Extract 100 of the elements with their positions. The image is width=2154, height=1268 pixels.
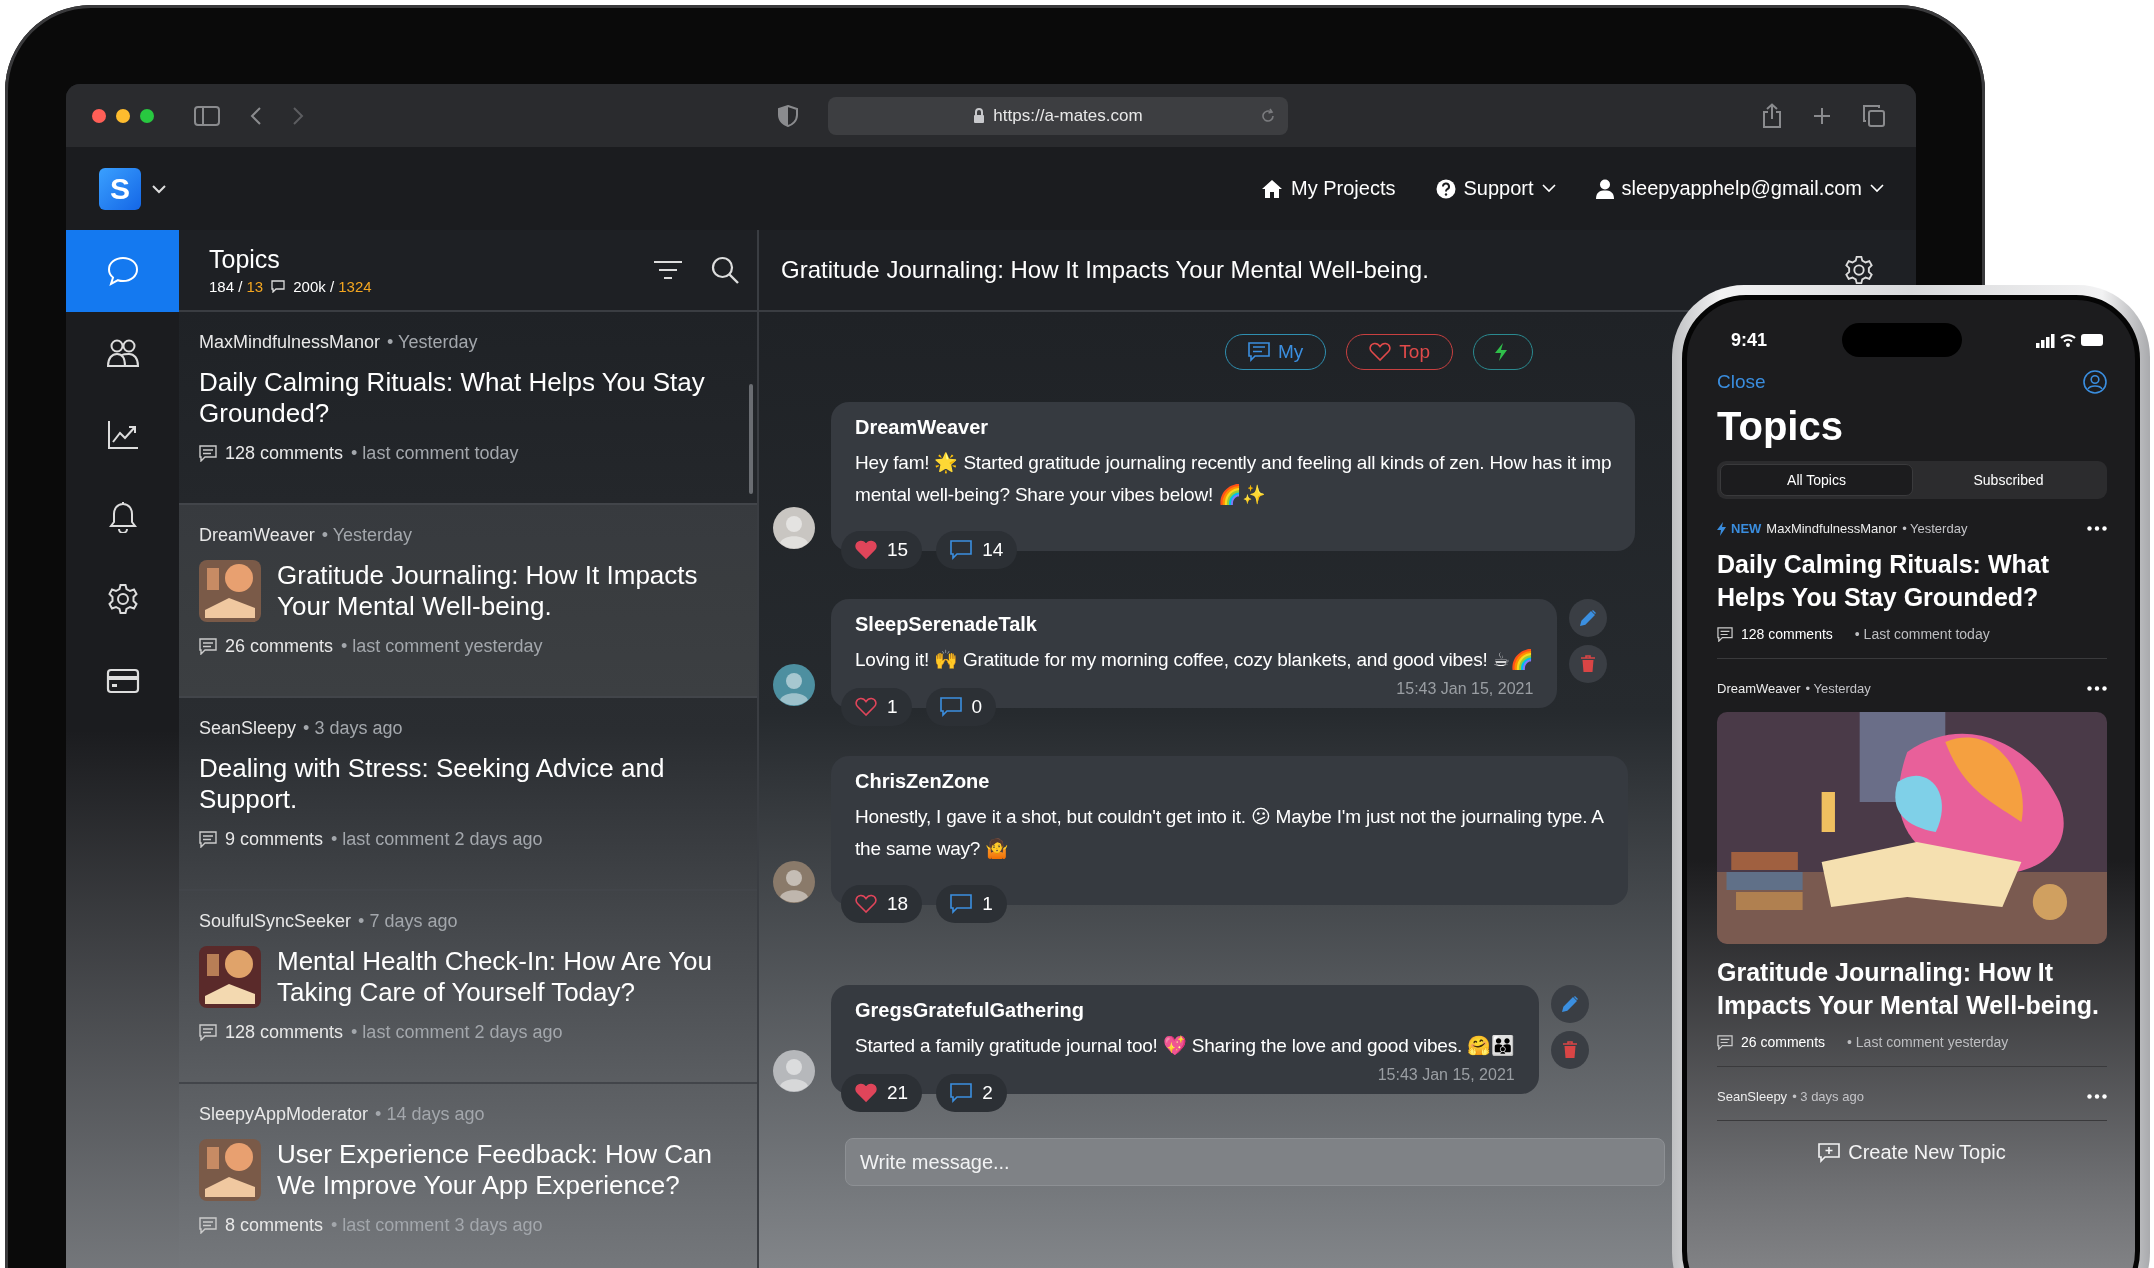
comment-count: 9 comments — [225, 829, 324, 850]
last-comment-time: • Last comment today — [1854, 626, 1990, 642]
topic-time: • 3 days ago — [303, 718, 403, 739]
last-comment-time: • Last comment yesterday — [1847, 1034, 2009, 1050]
thread-title: Gratitude Journaling: How It Impacts Your Mental Well-being. — [781, 256, 1429, 284]
new-label: NEW — [1731, 521, 1762, 536]
segment-tab[interactable]: Subscribed — [1913, 464, 2104, 496]
lightning-icon — [1493, 342, 1508, 362]
message-input[interactable]: Write message... — [845, 1138, 1665, 1186]
app-logo[interactable]: S — [99, 167, 141, 210]
message-text: Hey fam! 🌟 Started gratitude journaling recently and feeling all kinds of zen. How has it imp — [855, 451, 1612, 476]
topic-time: • Yesterday — [387, 332, 478, 353]
like-button[interactable]: 15 — [841, 531, 923, 569]
new-tab-icon[interactable] — [1812, 105, 1832, 126]
heart-icon — [1369, 342, 1392, 362]
nav-menu-button[interactable]: sleepyapphelp@gmail.com — [1595, 177, 1884, 200]
delete-button[interactable] — [1550, 1031, 1589, 1069]
topic-count: 184 / 13 — [209, 278, 264, 295]
heart-icon — [855, 697, 877, 717]
message-text: Honestly, I gave it a shot, but couldn't get into it. 😕 Maybe I'm just not the journaling type. A — [855, 805, 1604, 829]
comment-count: 200k / 1324 — [293, 278, 372, 295]
card-icon — [105, 668, 140, 694]
more-icon[interactable] — [2087, 526, 2107, 531]
comment-icon — [1717, 1034, 1733, 1050]
caret-icon[interactable] — [151, 183, 167, 194]
topic-title: Daily Calming Rituals: What Helps You Stay Grounded? — [1717, 549, 2050, 613]
comment-count: 128 comments — [225, 443, 344, 464]
segment-tab[interactable]: All Topics — [1720, 464, 1913, 496]
shield-icon[interactable] — [778, 104, 798, 127]
search-icon[interactable] — [711, 256, 739, 284]
pencil-icon — [1560, 995, 1579, 1013]
topic-time: • Yesterday — [321, 525, 413, 546]
scrollbar[interactable] — [749, 384, 753, 494]
message-text: mental well-being? Share your vibes below! 🌈✨ — [855, 483, 1266, 507]
filter-icon[interactable] — [653, 260, 683, 280]
like-button[interactable]: 1 — [841, 688, 912, 726]
last-comment-time: • last comment 2 days ago — [351, 1022, 563, 1043]
heart-icon — [855, 540, 877, 560]
pencil-icon — [1579, 609, 1598, 627]
topic-title: Daily Calming Rituals: What Helps You Stay Grounded? — [199, 367, 706, 429]
topic-list-item[interactable]: SoulfulSyncSeeker • 7 days ago Mental Health Check-In: How Are You Taking Care of Yourself Today? 128 comments • last comment 2 days ago — [179, 891, 757, 1084]
caret-icon — [1870, 184, 1884, 193]
nav-menu-button[interactable]: My Projects — [1261, 177, 1396, 200]
comment-count: 128 comments — [225, 1022, 344, 1043]
more-icon[interactable] — [2087, 686, 2107, 691]
help-icon — [1435, 178, 1456, 199]
nav-menu-button[interactable]: Support — [1435, 177, 1556, 200]
reply-button[interactable]: 1 — [936, 885, 1007, 923]
last-comment-time: • last comment today — [351, 443, 519, 464]
comment-icon — [199, 638, 217, 655]
window-controls-icon[interactable] — [92, 108, 154, 123]
topic-author: SeanSleepy — [199, 718, 297, 739]
reply-button[interactable]: 0 — [925, 688, 997, 726]
comment-icon — [950, 894, 973, 914]
screen-title: Topics — [1717, 404, 1844, 449]
chat-icon — [105, 255, 140, 287]
close-link[interactable]: Close — [1717, 371, 1766, 393]
message-author: ChrisZenZone — [855, 770, 990, 793]
comment-icon — [271, 280, 286, 293]
profile-icon[interactable] — [2083, 370, 2107, 394]
avatar — [773, 664, 815, 706]
more-icon[interactable] — [2087, 1094, 2107, 1099]
topic-list-item[interactable]: SeanSleepy • 3 days ago Dealing with Stress: Seeking Advice and Support. 9 comments • last comment 2 days ago — [179, 698, 757, 891]
comment-icon — [199, 1024, 217, 1041]
address-bar[interactable]: https://a-mates.com — [828, 96, 1288, 135]
topic-author: MaxMindfulnessManor — [1766, 521, 1898, 536]
comment-count: 26 comments — [1741, 1034, 1826, 1050]
reload-icon[interactable] — [1260, 107, 1276, 124]
settings-icon[interactable] — [1844, 255, 1874, 285]
avatar — [773, 507, 815, 549]
edit-button[interactable] — [1550, 985, 1589, 1023]
last-comment-time: • last comment 2 days ago — [331, 829, 543, 850]
people-icon — [105, 338, 140, 368]
message-text: the same way? 🤷 — [855, 837, 1010, 861]
topic-author: SeanSleepy — [1717, 1089, 1788, 1104]
battery-icon — [2081, 334, 2103, 346]
back-icon[interactable] — [250, 105, 262, 126]
tabs-overview-icon[interactable] — [1862, 103, 1886, 128]
lock-icon — [973, 107, 986, 124]
heart-icon — [855, 1083, 877, 1103]
trash-icon — [1561, 1041, 1578, 1059]
comment-icon — [1717, 626, 1733, 642]
edit-button[interactable] — [1569, 599, 1608, 637]
comment-icon — [1248, 342, 1270, 362]
reply-button[interactable]: 2 — [936, 1074, 1007, 1112]
topic-list-item[interactable]: DreamWeaver • Yesterday Gratitude Journaling: How It Impacts Your Mental Well-being. 26 comments • last comment yesterday — [179, 505, 757, 698]
comment-icon — [939, 697, 962, 717]
comment-count: 128 comments — [1741, 626, 1833, 642]
user-icon — [1595, 178, 1614, 199]
message-time: 15:43 Jan 15, 2021 — [1396, 680, 1534, 698]
share-icon[interactable] — [1762, 102, 1782, 129]
heart-icon — [855, 894, 877, 914]
create-topic-button[interactable]: Create New Topic — [1818, 1141, 2006, 1164]
message-text: Loving it! 🙌 Gratitude for my morning coffee, cozy blankets, and good vibes! ☕🌈 — [855, 648, 1534, 672]
sidebar-toggle-icon[interactable] — [194, 105, 220, 126]
like-button[interactable]: 18 — [841, 885, 923, 923]
reply-button[interactable]: 14 — [936, 531, 1018, 569]
message-author: SleepSerenadeTalk — [855, 613, 1037, 636]
like-button[interactable]: 21 — [841, 1074, 923, 1112]
delete-button[interactable] — [1569, 645, 1608, 683]
